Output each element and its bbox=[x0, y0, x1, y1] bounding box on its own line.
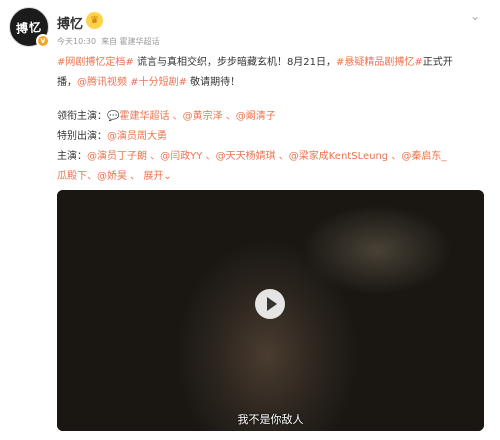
expand-link[interactable]: 展开⌄ bbox=[143, 171, 171, 182]
cast-links[interactable]: @演员丁子朗 、@闫政YY 、@天天杨婧琪 、@梁家成KentSLeung 、@… bbox=[87, 151, 446, 162]
chevron-down-icon[interactable]: ⌄ bbox=[467, 10, 483, 24]
weibo-post: 搏忆 v 搏忆 ♛ 今天10:30 来自 霍建华超话 ⌄ #网剧搏忆定档# 谎言与… bbox=[0, 0, 500, 440]
verified-badge-icon: v bbox=[36, 34, 50, 48]
post-text-line-1: #网剧搏忆定档# 谎言与真相交织，步步暗藏玄机！8月21日，#悬疑精品剧搏忆#正… bbox=[57, 53, 489, 73]
cast-line-2: 瓜殿下、@娇昊 、 展开⌄ bbox=[57, 167, 489, 187]
cast-links-continued[interactable]: 瓜殿下、@娇昊 、 bbox=[57, 171, 140, 182]
avatar-logo-text: 搏忆 bbox=[15, 19, 43, 36]
post-text-segment: 谎言与真相交织，步步暗藏玄机！8月21日， bbox=[133, 57, 337, 68]
hashtag-link[interactable]: @腾讯视频 bbox=[77, 77, 127, 88]
hashtag-link[interactable]: #十分短剧# bbox=[130, 77, 187, 88]
special-actors-label: 特别出演： bbox=[57, 131, 107, 142]
play-icon[interactable] bbox=[255, 289, 285, 319]
video-subtitle: 我不是你敌人 bbox=[237, 413, 304, 426]
username[interactable]: 搏忆 bbox=[57, 13, 83, 32]
post-text-segment: 正式开 bbox=[422, 57, 453, 68]
lead-actors-links[interactable]: 💬霍建华超话 、@黄宗泽 、@阚清子 bbox=[107, 111, 276, 122]
post-text-segment: 敬请期待！ bbox=[186, 77, 241, 88]
lead-actors-label: 领衔主演： bbox=[57, 111, 107, 122]
post-text: #网剧搏忆定档# 谎言与真相交织，步步暗藏玄机！8月21日，#悬疑精品剧搏忆#正… bbox=[57, 53, 489, 187]
post-text-segment: 播， bbox=[57, 77, 77, 88]
lead-actors-line: 领衔主演：💬霍建华超话 、@黄宗泽 、@阚清子 bbox=[57, 107, 489, 127]
post-source[interactable]: 来自 霍建华超话 bbox=[101, 37, 160, 46]
hashtag-link[interactable]: #悬疑精品剧搏忆# bbox=[336, 57, 423, 68]
video-player[interactable]: 我不是你敌人 bbox=[57, 190, 484, 431]
special-actors-line: 特别出演：@演员周大勇 bbox=[57, 127, 489, 147]
post-text-line-2: 播，@腾讯视频 #十分短剧# 敬请期待！ bbox=[57, 73, 489, 93]
cast-label: 主演： bbox=[57, 151, 87, 162]
post-timestamp[interactable]: 今天10:30 bbox=[57, 37, 96, 46]
crown-icon: ♛ bbox=[86, 12, 103, 29]
cast-line-1: 主演：@演员丁子朗 、@闫政YY 、@天天杨婧琪 、@梁家成KentSLeung… bbox=[57, 147, 489, 167]
post-meta: 今天10:30 来自 霍建华超话 bbox=[57, 36, 160, 47]
hashtag-link[interactable]: #网剧搏忆定档# bbox=[57, 57, 134, 68]
video-background-light bbox=[302, 205, 452, 295]
special-actors-link[interactable]: @演员周大勇 bbox=[107, 131, 167, 142]
